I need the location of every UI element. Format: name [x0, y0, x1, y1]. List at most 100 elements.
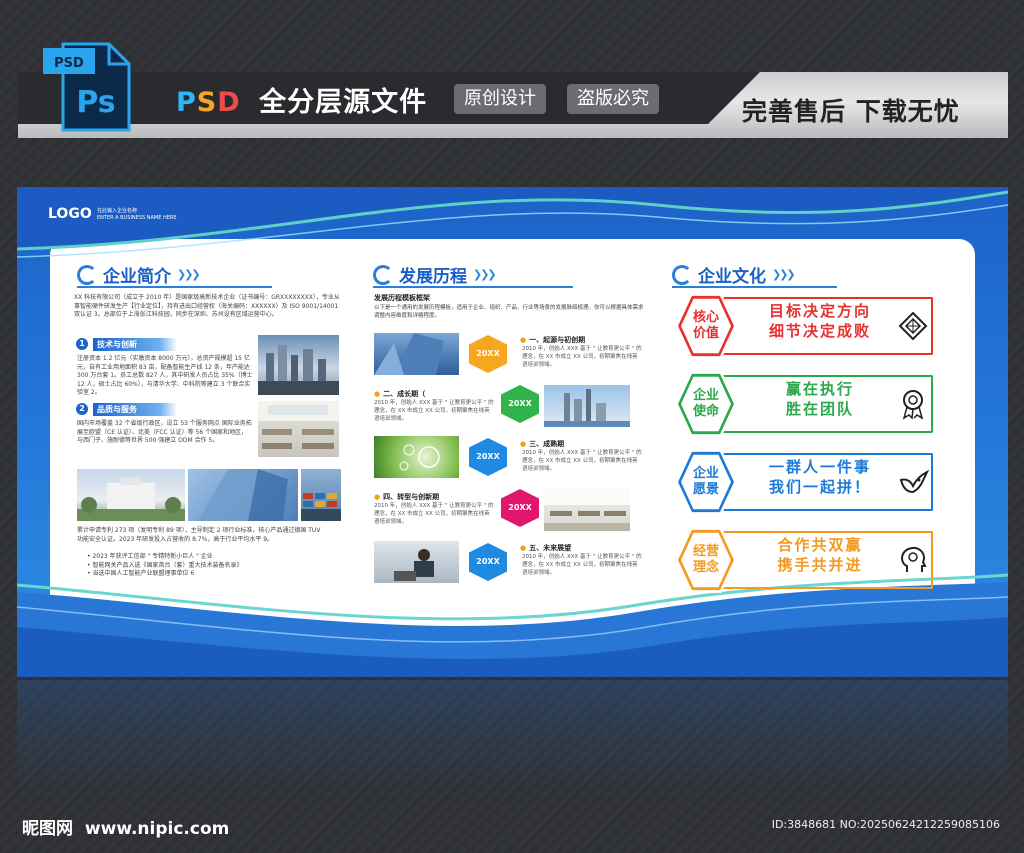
skyline-illustration	[544, 389, 630, 427]
mission-slogan: 赢在执行 胜在团队	[755, 379, 885, 419]
ps-logo-text: Ps	[76, 85, 115, 120]
slogan-line: 胜在团队	[785, 400, 854, 418]
core-values-label: 核心价值	[692, 310, 719, 341]
stage5-title-text: 五、未来展望	[529, 544, 572, 552]
title-rest: 全分层源文件	[259, 87, 428, 118]
patents-text: 累计申请专利 273 项（发明专利 89 项），主导制定 2 项行业标准，核心产…	[77, 527, 321, 543]
history-description: 以下是一个通用的发展历程模板，适用于企业、组织、产品、行业等场景的发展脉络梳理。…	[374, 305, 644, 319]
original-design-pill: 原创设计	[454, 84, 546, 114]
tech-innovation-text: 注册资本 1.2 亿元（实缴资本 8000 万元），总资产规模超 15 亿元，自…	[77, 355, 253, 396]
vision-label: 企业愿景	[692, 466, 719, 497]
history-section-title: 发展历程 ❯❯❯	[373, 262, 497, 287]
stage2-text: 2010 年，创始人 XXX 基于 " 让教育更公平 " 的理念，在 XX 市成…	[374, 400, 494, 422]
quality-service-label: 品质与服务	[93, 402, 177, 416]
piracy-warning-pill: 盗版必究	[567, 84, 659, 114]
glass-tower-photo	[188, 469, 298, 521]
tech-innovation-label: 技术与创新	[93, 337, 177, 351]
title-letter-d: D	[217, 87, 241, 118]
person-at-desk-illustration	[394, 549, 434, 581]
stage5-text: 2010 年，创始人 XXX 基于 " 让教育更公平 " 的理念，在 XX 市成…	[522, 554, 642, 576]
building-illustration	[77, 477, 185, 521]
board-reflection	[17, 680, 1008, 800]
stage5-title: ● 五、未来展望	[520, 544, 572, 552]
vision-slogan: 一群人一件事 我们一起拼！	[755, 457, 885, 497]
stage4-title: ● 四、转型与创新期	[374, 493, 440, 501]
company-logo: LOGO	[48, 206, 92, 222]
slogan-line: 我们一起拼！	[768, 478, 871, 496]
chevrons-icon: ❯❯❯	[772, 268, 796, 281]
slogan-line: 目标决定方向	[768, 302, 871, 320]
stage4-title-text: 四、转型与创新期	[383, 493, 440, 501]
culture-card-mission: 企业使命 赢在执行 胜在团队	[675, 369, 937, 439]
office-illustration	[544, 489, 630, 531]
honors-list: • 2023 年获评工信部 " 专精特新小巨人 " 企业 • 智能网关产品入选《…	[87, 553, 327, 579]
stage2-photo	[544, 385, 630, 427]
stage2-title: ● 二、成长期（	[374, 390, 426, 398]
honor-item: • 智能网关产品入选《国家首台（套）重大技术装备名录》	[87, 561, 243, 569]
office-illustration	[258, 401, 339, 449]
site-url: www.nipic.com	[84, 819, 230, 839]
culture-card-philosophy: 经营理念 合作共双赢 携手共并进	[675, 525, 937, 595]
esg-illustration	[399, 444, 440, 471]
quality-service-text: 国内市场覆盖 32 个省级行政区，设立 53 个服务网点 国际业务拓展至欧盟（C…	[77, 420, 252, 444]
culture-card-core-values: 核心价值 目标决定方向 细节决定成败	[675, 291, 937, 361]
company-name-placeholder: 在此输入企业名称 ENTER A BUSINESS NAME HERE	[97, 208, 177, 222]
intro-title-text: 企业简介	[103, 267, 171, 287]
display-board: LOGO 在此输入企业名称 ENTER A BUSINESS NAME HERE…	[17, 187, 1008, 677]
slogan-line: 合作共双赢	[777, 536, 863, 554]
culture-card-vision: 企业愿景 一群人一件事 我们一起拼！	[675, 447, 937, 517]
dove-icon	[899, 469, 929, 494]
diamond-icon	[898, 311, 928, 341]
stage5-photo	[374, 541, 459, 583]
office-interior-photo	[258, 401, 339, 457]
slogan-line: 细节决定成败	[768, 322, 871, 340]
slogan-line: 一群人一件事	[768, 458, 871, 476]
intro-paragraph: XX 科技有限公司（成立于 2010 年）是国家级高新技术企业（证书编号：GRX…	[74, 294, 340, 318]
culture-title-text: 企业文化	[698, 267, 766, 287]
honor-item: • 2023 年获评工信部 " 专精特新小巨人 " 企业	[87, 553, 213, 560]
history-title-text: 发展历程	[399, 267, 467, 287]
city-skyline-photo	[258, 335, 339, 395]
stage1-title: ● 一、起源与初创期	[520, 336, 586, 344]
swirl-icon	[672, 264, 692, 285]
stage2-title-text: 二、成长期（	[383, 390, 426, 398]
philosophy-label: 经营理念	[692, 544, 719, 575]
slogan-line: 携手共并进	[777, 556, 863, 574]
step-number: 2	[76, 403, 88, 415]
chevrons-icon: ❯❯❯	[473, 268, 497, 281]
shipping-port-photo	[301, 469, 341, 521]
slogan-line: 赢在执行	[785, 380, 854, 398]
company-name-cn: 在此输入企业名称	[97, 208, 138, 214]
tech-innovation-heading: 1 技术与创新	[76, 337, 177, 351]
skyline-illustration	[258, 345, 339, 395]
site-name: 昵图网	[22, 819, 73, 839]
containers-illustration	[301, 493, 341, 521]
white-building-photo	[77, 469, 185, 521]
history-underline	[373, 286, 573, 288]
stage4-photo	[544, 489, 630, 531]
mission-label: 企业使命	[692, 388, 719, 419]
image-id-text: ID:3848681 NO:20250624212259085106	[771, 818, 1000, 831]
head-gear-icon	[901, 546, 927, 572]
stage3-title: ● 三、成熟期	[520, 440, 565, 448]
philosophy-slogan: 合作共双赢 携手共并进	[755, 535, 885, 575]
chevrons-icon: ❯❯❯	[177, 268, 201, 281]
swirl-icon	[373, 264, 393, 285]
stage1-photo	[374, 333, 459, 375]
culture-underline	[672, 286, 837, 288]
intro-section-title: 企业简介 ❯❯❯	[77, 262, 201, 287]
stage3-photo	[374, 436, 459, 478]
history-subtitle: 发展历程模板框架	[374, 294, 430, 302]
culture-section-title: 企业文化 ❯❯❯	[672, 262, 796, 287]
company-name-en: ENTER A BUSINESS NAME HERE	[97, 215, 177, 221]
quality-service-heading: 2 品质与服务	[76, 402, 177, 416]
stage1-text: 2010 年，创始人 XXX 基于 " 让教育更公平 " 的理念，在 XX 市成…	[522, 346, 642, 368]
medal-icon	[902, 390, 924, 420]
core-values-slogan: 目标决定方向 细节决定成败	[755, 301, 885, 341]
intro-underline	[77, 286, 272, 288]
stage3-text: 2010 年，创始人 XXX 基于 " 让教育更公平 " 的理念，在 XX 市成…	[522, 450, 642, 472]
swirl-icon	[77, 264, 97, 285]
glass-building-illustration	[374, 333, 444, 375]
psd-file-icon: PSD Ps	[43, 42, 131, 132]
title-letter-s: S	[196, 87, 218, 118]
